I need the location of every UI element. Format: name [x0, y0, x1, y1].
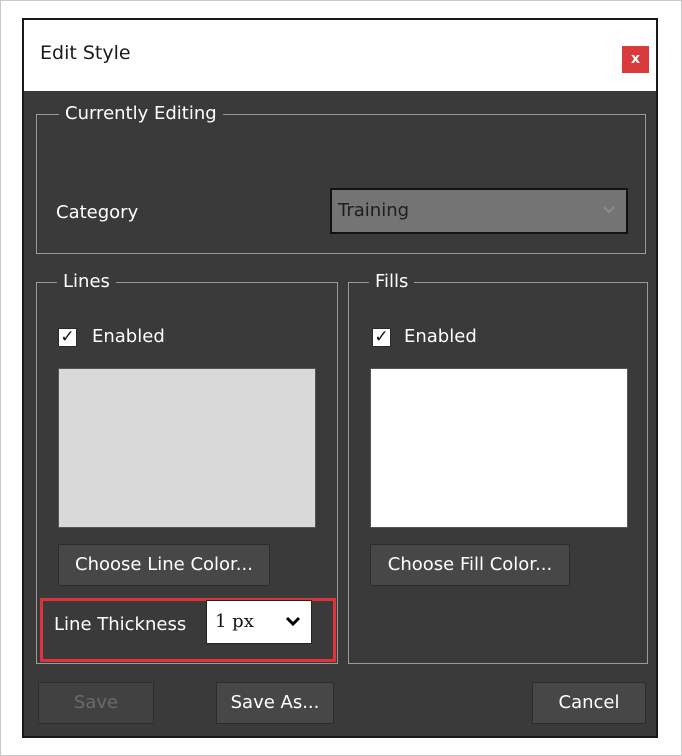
lines-enabled-label: Enabled: [92, 326, 165, 347]
dialog-title: Edit Style: [40, 42, 131, 64]
category-select[interactable]: Training: [330, 188, 628, 234]
line-color-swatch[interactable]: [58, 368, 316, 528]
line-thickness-select[interactable]: 1 px: [206, 600, 312, 644]
edit-style-dialog: Edit Style x Currently Editing Category …: [22, 18, 658, 738]
category-label: Category: [56, 202, 139, 223]
lines-legend: Lines: [57, 269, 116, 295]
category-select-value: Training: [338, 200, 410, 221]
choose-line-color-button[interactable]: Choose Line Color...: [58, 544, 270, 586]
choose-fill-color-button[interactable]: Choose Fill Color...: [370, 544, 570, 586]
chevron-down-icon: [603, 206, 615, 214]
close-button[interactable]: x: [622, 46, 649, 73]
lines-enabled-checkbox[interactable]: ✓: [58, 328, 77, 347]
fill-color-swatch[interactable]: [370, 368, 628, 528]
fills-enabled-checkbox[interactable]: ✓: [372, 328, 391, 347]
fills-enabled-label: Enabled: [404, 326, 477, 347]
currently-editing-legend: Currently Editing: [59, 101, 223, 127]
title-bar: Edit Style x: [24, 20, 656, 91]
cancel-button[interactable]: Cancel: [532, 682, 646, 724]
fills-legend: Fills: [369, 269, 415, 295]
line-thickness-label: Line Thickness: [54, 614, 187, 635]
chevron-down-icon: [285, 616, 301, 627]
save-button[interactable]: Save: [38, 682, 154, 724]
line-thickness-value: 1 px: [215, 611, 254, 632]
save-as-button[interactable]: Save As...: [216, 682, 334, 724]
